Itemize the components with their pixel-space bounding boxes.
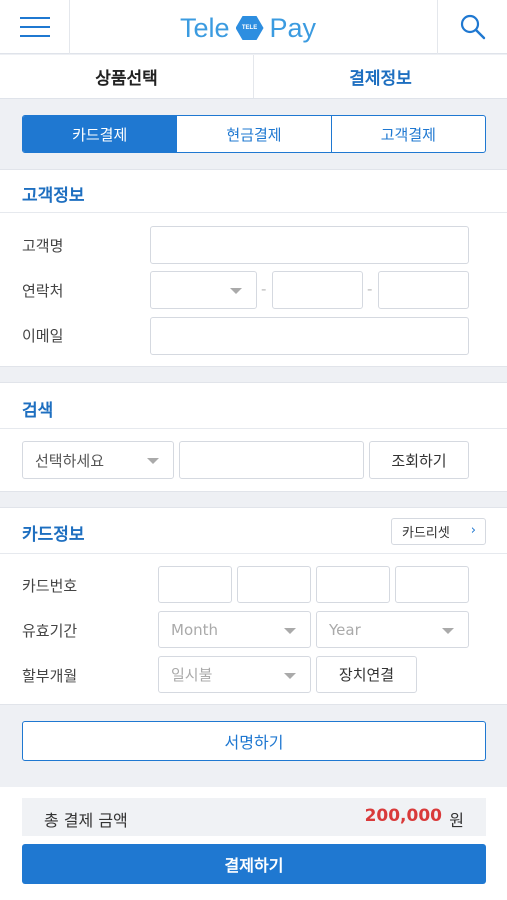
phone-separator: - xyxy=(261,280,267,298)
tab-customer-payment[interactable]: 고객결제 xyxy=(330,116,485,152)
app-header: Tele TELE Pay xyxy=(0,0,507,54)
query-button[interactable]: 조회하기 xyxy=(369,441,469,479)
installment-value: 일시불 xyxy=(171,666,213,684)
search-section: 검색 선택하세요 조회하기 xyxy=(0,382,507,492)
chevron-down-icon xyxy=(147,458,159,464)
chevron-down-icon xyxy=(230,288,242,294)
section-divider xyxy=(0,428,507,429)
chevron-down-icon xyxy=(284,672,296,679)
tab-payment-info[interactable]: 결제정보 xyxy=(253,55,507,98)
chevron-down-icon xyxy=(284,627,296,634)
card-reset-label: 카드리셋 xyxy=(402,526,450,541)
section-divider xyxy=(0,212,507,213)
tab-card-payment[interactable]: 카드결제 xyxy=(23,116,177,152)
phone-prefix-select[interactable] xyxy=(150,271,257,309)
total-unit: 원 xyxy=(449,811,464,830)
tab-cash-payment[interactable]: 현금결제 xyxy=(176,116,330,152)
expiry-month-select[interactable]: Month xyxy=(158,611,311,648)
chevron-down-icon xyxy=(442,627,454,634)
expiry-year-select[interactable]: Year xyxy=(316,611,469,648)
hamburger-menu-icon[interactable] xyxy=(0,0,70,54)
chevron-right-icon: › xyxy=(470,523,476,538)
phone-middle-input[interactable] xyxy=(272,271,363,309)
phone-label: 연락처 xyxy=(22,282,64,300)
telepay-logo: Tele TELE Pay xyxy=(180,10,316,46)
pay-button[interactable]: 결제하기 xyxy=(22,844,486,884)
customer-info-section: 고객정보 고객명 연락처 - - 이메일 xyxy=(0,169,507,367)
tab-product-select[interactable]: 상품선택 xyxy=(0,55,253,98)
installment-label: 할부개월 xyxy=(22,667,78,685)
card-reset-button[interactable]: 카드리셋 › xyxy=(391,518,486,545)
customer-name-label: 고객명 xyxy=(22,237,64,255)
card-number-input-4[interactable] xyxy=(395,566,469,603)
main-tabs: 상품선택 결제정보 xyxy=(0,55,507,99)
search-title: 검색 xyxy=(22,401,54,421)
logo-text-left: Tele xyxy=(180,12,230,43)
search-icon[interactable] xyxy=(437,0,507,54)
email-input[interactable] xyxy=(150,317,469,355)
customer-name-input[interactable] xyxy=(150,226,469,264)
total-label: 총 결제 금액 xyxy=(44,811,128,830)
card-number-input-3[interactable] xyxy=(316,566,390,603)
total-amount-bar: 총 결제 금액 200,000 원 xyxy=(22,798,486,836)
total-amount: 200,000 xyxy=(364,806,442,826)
section-divider xyxy=(0,553,507,554)
search-input[interactable] xyxy=(179,441,364,479)
search-type-value: 선택하세요 xyxy=(35,451,105,470)
payment-method-tabs: 카드결제 현금결제 고객결제 xyxy=(22,115,486,153)
card-number-input-1[interactable] xyxy=(158,566,232,603)
phone-separator: - xyxy=(367,280,373,298)
expiry-year-placeholder: Year xyxy=(329,620,361,639)
installment-select[interactable]: 일시불 xyxy=(158,656,311,693)
logo-hexagon-icon: TELE xyxy=(235,16,264,40)
logo-text-right: Pay xyxy=(269,12,317,43)
device-connect-button[interactable]: 장치연결 xyxy=(316,656,417,693)
expiry-label: 유효기간 xyxy=(22,622,78,640)
card-number-label: 카드번호 xyxy=(22,577,78,595)
customer-info-title: 고객정보 xyxy=(22,186,85,206)
card-info-section: 카드정보 카드리셋 › 카드번호 유효기간 Month Year 할부개월 일시… xyxy=(0,507,507,705)
phone-last-input[interactable] xyxy=(378,271,469,309)
search-type-select[interactable]: 선택하세요 xyxy=(22,441,174,479)
signature-button[interactable]: 서명하기 xyxy=(22,721,486,761)
card-number-input-2[interactable] xyxy=(237,566,311,603)
card-info-title: 카드정보 xyxy=(22,525,85,545)
expiry-month-placeholder: Month xyxy=(171,620,219,639)
email-label: 이메일 xyxy=(22,327,64,345)
